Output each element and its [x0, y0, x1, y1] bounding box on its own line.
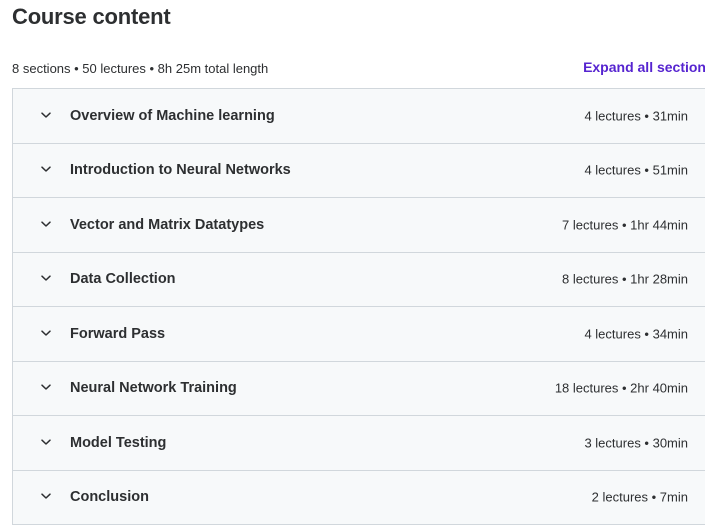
- section-title: Vector and Matrix Datatypes: [70, 216, 265, 233]
- section-row-neural-network-training[interactable]: Neural Network Training 18 lectures • 2h…: [13, 361, 705, 416]
- section-row-conclusion[interactable]: Conclusion 2 lectures • 7min: [13, 470, 705, 525]
- section-meta: 8 lectures • 1hr 28min: [562, 271, 688, 287]
- chevron-down-icon: [40, 218, 52, 230]
- chevron-down-icon: [40, 327, 52, 339]
- section-title: Neural Network Training: [70, 380, 237, 397]
- course-content-panel: Course content 8 sections • 50 lectures …: [0, 0, 705, 532]
- chevron-down-icon: [40, 490, 52, 502]
- page-title: Course content: [12, 4, 171, 29]
- section-title: Conclusion: [70, 489, 149, 506]
- section-meta: 4 lectures • 34min: [584, 326, 688, 342]
- chevron-down-icon: [40, 381, 52, 393]
- chevron-down-icon: [40, 272, 52, 284]
- expand-all-sections-button[interactable]: Expand all section: [583, 59, 705, 75]
- section-meta: 4 lectures • 31min: [584, 108, 688, 124]
- section-title: Model Testing: [70, 434, 167, 451]
- section-row-vector-and-matrix-datatypes[interactable]: Vector and Matrix Datatypes 7 lectures •…: [13, 198, 705, 253]
- course-summary-bar: 8 sections • 50 lectures • 8h 25m total …: [12, 58, 705, 80]
- section-meta: 4 lectures • 51min: [584, 162, 688, 178]
- section-meta: 2 lectures • 7min: [591, 489, 688, 505]
- section-list: Overview of Machine learning 4 lectures …: [12, 88, 705, 525]
- section-row-forward-pass[interactable]: Forward Pass 4 lectures • 34min: [13, 307, 705, 362]
- section-meta: 3 lectures • 30min: [584, 435, 688, 451]
- section-row-data-collection[interactable]: Data Collection 8 lectures • 1hr 28min: [13, 252, 705, 307]
- chevron-down-icon: [40, 436, 52, 448]
- section-meta: 18 lectures • 2hr 40min: [554, 380, 688, 396]
- section-row-model-testing[interactable]: Model Testing 3 lectures • 30min: [13, 416, 705, 471]
- section-title: Overview of Machine learning: [70, 107, 275, 124]
- section-meta: 7 lectures • 1hr 44min: [562, 217, 688, 233]
- chevron-down-icon: [40, 163, 52, 175]
- section-title: Data Collection: [70, 271, 176, 288]
- section-row-introduction-to-neural-networks[interactable]: Introduction to Neural Networks 4 lectur…: [13, 143, 705, 198]
- course-summary-text: 8 sections • 50 lectures • 8h 25m total …: [12, 61, 269, 76]
- section-title: Introduction to Neural Networks: [70, 162, 291, 179]
- chevron-down-icon: [40, 109, 52, 121]
- section-title: Forward Pass: [70, 325, 166, 342]
- section-row-overview-of-machine-learning[interactable]: Overview of Machine learning 4 lectures …: [13, 89, 705, 144]
